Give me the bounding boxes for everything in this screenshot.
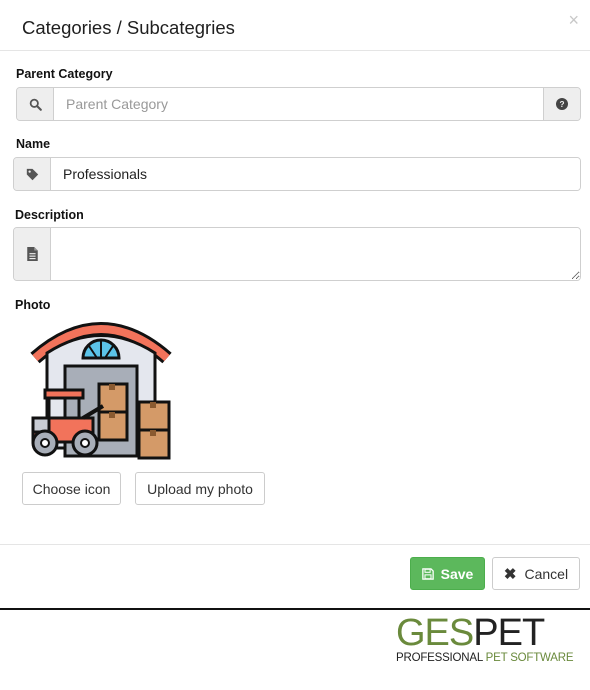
save-label: Save (440, 565, 474, 582)
footer-divider (0, 544, 590, 545)
category-modal: Categories / Subcategries × Parent Categ… (0, 0, 590, 608)
floppy-disk-icon (421, 567, 434, 580)
save-button[interactable]: Save (410, 557, 485, 590)
name-label: Name (16, 137, 51, 151)
parent-category-input[interactable] (54, 88, 543, 120)
cancel-button[interactable]: ✖ Cancel (492, 557, 580, 590)
modal-header: Categories / Subcategries × (0, 0, 590, 51)
name-input[interactable] (51, 158, 580, 190)
modal-title: Categories / Subcategries (22, 17, 235, 38)
svg-text:?: ? (559, 100, 564, 109)
logo-tagline-part2: PET SOFTWARE (485, 652, 574, 664)
logo-brand-part2: PET (473, 612, 545, 654)
gespet-logo: GESPET PROFESSIONAL PET SOFTWARE (396, 612, 574, 664)
logo-brand-part1: GES (396, 612, 474, 654)
cancel-label: Cancel (524, 565, 569, 582)
name-group (13, 157, 581, 191)
description-textarea[interactable] (51, 228, 580, 280)
page-divider (0, 608, 590, 610)
times-icon: ✖ (503, 565, 517, 583)
search-icon[interactable] (17, 88, 54, 120)
file-text-icon (14, 228, 51, 280)
close-button[interactable]: × (568, 10, 579, 31)
upload-photo-button[interactable]: Upload my photo (135, 472, 265, 505)
logo-tagline-part1: PROFESSIONAL (396, 652, 486, 664)
tag-icon (14, 158, 51, 190)
parent-category-label: Parent Category (16, 67, 113, 81)
choose-icon-button[interactable]: Choose icon (22, 472, 121, 505)
warehouse-forklift-icon (27, 318, 175, 463)
photo-label: Photo (15, 298, 51, 312)
parent-category-group: ? (16, 87, 581, 121)
description-group (13, 227, 581, 281)
description-label: Description (15, 208, 84, 222)
help-icon[interactable]: ? (543, 88, 580, 120)
